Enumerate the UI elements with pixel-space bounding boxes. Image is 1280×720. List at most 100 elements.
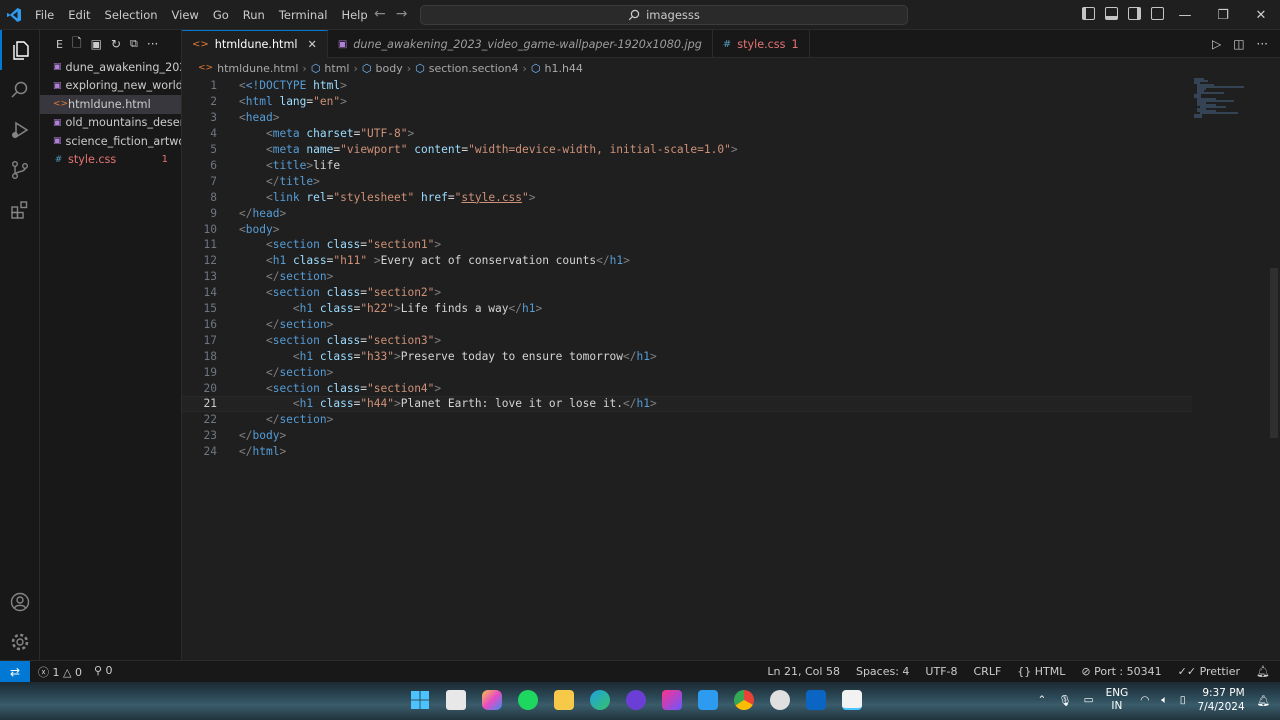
menu-run[interactable]: Run — [236, 0, 272, 30]
battery-icon[interactable]: ▯ — [1180, 694, 1186, 706]
menu-go[interactable]: Go — [206, 0, 236, 30]
vscode-taskbar-icon[interactable] — [693, 685, 723, 715]
chevron-right-icon: › — [406, 61, 412, 75]
editor-scrollbar[interactable] — [1268, 78, 1280, 660]
tab-style-css[interactable]: # style.css 1 — [713, 30, 810, 58]
line-number: 23 — [203, 429, 217, 443]
source-control-icon[interactable] — [0, 150, 40, 190]
remote-indicator-icon[interactable]: ⇄ — [0, 660, 30, 683]
edge-icon[interactable] — [585, 685, 615, 715]
token: "h33" — [360, 349, 394, 363]
clock[interactable]: 9:37 PM 7/4/2024 — [1197, 686, 1244, 714]
explorer-icon[interactable] — [0, 30, 40, 70]
more-actions-icon[interactable]: ··· — [147, 37, 158, 51]
chrome-icon[interactable] — [729, 685, 759, 715]
file-item[interactable]: ▣ exploring_new_world... — [40, 77, 181, 96]
volume-icon[interactable]: 🔈︎ — [1161, 694, 1167, 707]
new-file-icon[interactable]: 🗋 — [72, 34, 82, 55]
media-app-icon[interactable] — [621, 685, 651, 715]
extensions-icon[interactable] — [0, 190, 40, 230]
code-line: 15 <h1 class="h22">Life finds a way</h1> — [182, 301, 1192, 317]
code-line: 16 </section> — [182, 317, 1192, 333]
run-debug-icon[interactable] — [0, 110, 40, 150]
live-server-port[interactable]: ⊘ Port : 50341 — [1081, 665, 1161, 678]
code-line: 7 </title> — [182, 173, 1192, 189]
breadcrumb-item[interactable]: body — [376, 62, 403, 75]
minimap[interactable] — [1194, 78, 1264, 118]
linkedin-icon[interactable] — [801, 685, 831, 715]
toggle-sidebar-icon[interactable] — [1082, 7, 1095, 20]
wifi-icon[interactable]: ◠ — [1140, 694, 1149, 706]
notifications-icon[interactable]: 🔔︎ — [1257, 694, 1270, 707]
code-line: 4 <meta charset="UTF-8"> — [182, 126, 1192, 142]
refresh-icon[interactable]: ↻ — [111, 37, 121, 51]
new-folder-icon[interactable]: ▣ — [91, 37, 102, 51]
xbox-icon[interactable] — [765, 685, 795, 715]
settings-gear-icon[interactable] — [0, 622, 40, 662]
command-center-search[interactable]: imagesss — [420, 5, 908, 25]
file-item[interactable]: ▣ dune_awakening_202... — [40, 58, 181, 77]
menu-view[interactable]: View — [165, 0, 206, 30]
lang-region: IN — [1111, 700, 1123, 712]
more-actions-icon[interactable]: ··· — [1257, 37, 1268, 51]
microphone-icon[interactable]: 🎙︎ — [1058, 694, 1071, 707]
code-editor[interactable]: 1 <<!DOCTYPE html> 2 <html lang="en"> 3 <he… — [182, 78, 1280, 660]
element-icon: ⬡ — [530, 61, 541, 75]
tab-dune-image[interactable]: ▣ dune_awakening_2023_video_game-wallpap… — [328, 30, 713, 58]
file-explorer-icon[interactable] — [549, 685, 579, 715]
jetbrains-icon[interactable] — [657, 685, 687, 715]
code-line: 17 <section class="section3"> — [182, 332, 1192, 348]
problems-indicator[interactable]: ⓧ 1 △ 0 — [38, 664, 82, 680]
language-mode[interactable]: {} HTML — [1017, 665, 1065, 678]
encoding[interactable]: UTF-8 — [925, 665, 957, 678]
copilot-icon[interactable] — [477, 685, 507, 715]
run-icon[interactable]: ▷ — [1212, 37, 1221, 51]
ports-indicator[interactable]: ⚲ 0 — [94, 664, 113, 680]
token[interactable]: style.css — [461, 191, 522, 204]
toggle-panel-icon[interactable] — [1105, 7, 1118, 20]
menu-terminal[interactable]: Terminal — [272, 0, 335, 30]
back-arrow-icon[interactable]: ← — [374, 6, 386, 22]
spotify-icon[interactable] — [513, 685, 543, 715]
file-item[interactable]: ▣ science_fiction_artwor... — [40, 132, 181, 151]
minimize-icon[interactable]: — — [1166, 0, 1204, 30]
collapse-all-icon[interactable]: ⧉ — [130, 37, 138, 51]
maximize-icon[interactable]: ❐ — [1204, 0, 1242, 30]
line-number: 1 — [210, 79, 217, 93]
split-editor-icon[interactable]: ◫ — [1233, 37, 1244, 51]
code-line: 1 <<!DOCTYPE html> — [182, 78, 1192, 94]
breadcrumb-item[interactable]: html — [324, 62, 349, 75]
file-item[interactable]: ▣ old_mountains_deser... — [40, 114, 181, 133]
file-item[interactable]: <> htmldune.html — [40, 95, 181, 114]
tab-htmldune[interactable]: <> htmldune.html ✕ — [182, 30, 328, 58]
accounts-icon[interactable] — [0, 582, 40, 622]
breadcrumb-item[interactable]: h1.h44 — [544, 62, 582, 75]
search-activity-icon[interactable] — [0, 70, 40, 110]
notifications-bell-icon[interactable]: 🔔︎ — [1256, 665, 1270, 678]
line-number: 18 — [203, 349, 217, 363]
start-button[interactable] — [405, 685, 435, 715]
indentation[interactable]: Spaces: 4 — [856, 665, 909, 678]
menu-file[interactable]: File — [28, 0, 61, 30]
breadcrumb-item[interactable]: htmldune.html — [217, 62, 298, 75]
prettier-status[interactable]: ✓✓ Prettier — [1178, 665, 1240, 678]
tray-app-icon[interactable]: ▭ — [1084, 694, 1094, 706]
menu-edit[interactable]: Edit — [61, 0, 97, 30]
taskbar-search-icon[interactable] — [441, 685, 471, 715]
chevron-up-icon[interactable]: ⌃ — [1038, 694, 1047, 706]
cursor-position[interactable]: Ln 21, Col 58 — [767, 665, 840, 678]
forward-arrow-icon[interactable]: → — [396, 6, 408, 22]
menu-selection[interactable]: Selection — [98, 0, 165, 30]
close-tab-icon[interactable]: ✕ — [307, 38, 316, 51]
menu-help[interactable]: Help — [334, 0, 374, 30]
toggle-secondary-sidebar-icon[interactable] — [1128, 7, 1141, 20]
breadcrumb-item[interactable]: section.section4 — [429, 62, 519, 75]
snipping-tool-icon[interactable] — [837, 685, 867, 715]
close-window-icon[interactable]: ✕ — [1242, 0, 1280, 30]
file-item[interactable]: # style.css 1 — [40, 151, 181, 170]
file-name: style.css — [68, 153, 117, 167]
ports-count: 0 — [105, 663, 113, 677]
input-language[interactable]: ENG IN — [1106, 687, 1129, 713]
customize-layout-icon[interactable] — [1151, 7, 1164, 20]
line-ending[interactable]: CRLF — [974, 665, 1002, 678]
